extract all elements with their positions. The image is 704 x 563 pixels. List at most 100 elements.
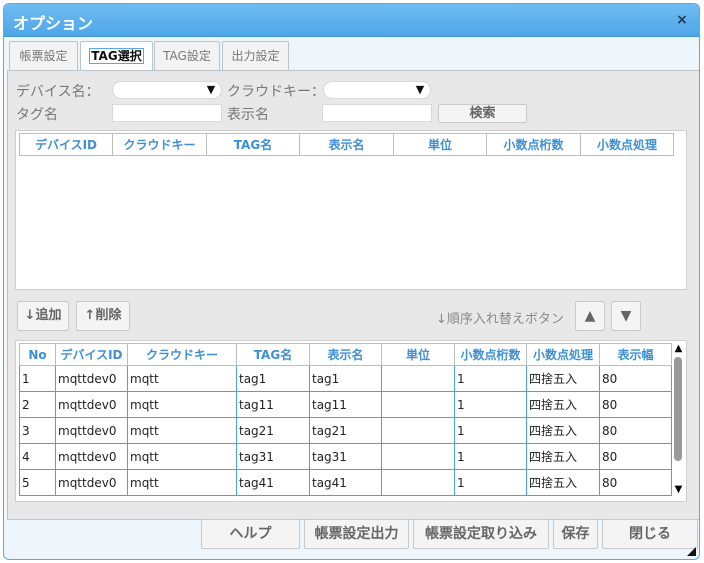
cell-no[interactable]: 5 [19, 469, 56, 496]
tab-tag-settings[interactable]: TAG設定 [154, 41, 220, 71]
export-settings-button[interactable]: 帳票設定出力 [304, 519, 409, 549]
close-button[interactable]: 閉じる [602, 519, 698, 549]
tag-name-input[interactable] [112, 104, 222, 122]
cell-decimal-processing[interactable]: 四捨五入 [526, 365, 600, 392]
col-unit[interactable]: 単位 [381, 343, 455, 366]
cell-decimal-processing[interactable]: 四捨五入 [526, 417, 600, 444]
vertical-scrollbar[interactable]: ▲ ▼ [672, 341, 686, 501]
tab-tag-select[interactable]: TAG選択 [80, 41, 153, 71]
cell-tag-name[interactable]: tag31 [236, 443, 310, 470]
table-row[interactable]: 5 mqttdev0 mqtt tag41 tag41 1 四捨五入 80 [19, 469, 672, 496]
col-unit[interactable]: 単位 [393, 133, 487, 156]
tab-report-settings[interactable]: 帳票設定 [9, 41, 78, 71]
cell-decimal-processing[interactable]: 四捨五入 [526, 469, 600, 496]
col-cloud-key[interactable]: クラウドキー [127, 343, 237, 366]
cell-tag-name[interactable]: tag21 [236, 417, 310, 444]
close-icon[interactable]: × [675, 13, 689, 27]
col-no[interactable]: No [19, 343, 56, 366]
cell-cloud-key[interactable]: mqtt [127, 417, 237, 444]
delete-button[interactable]: ↑削除 [76, 301, 130, 331]
col-display-width[interactable]: 表示幅 [599, 343, 672, 366]
cell-display-name[interactable]: tag11 [309, 391, 382, 418]
cell-unit[interactable] [381, 391, 455, 418]
cell-unit[interactable] [381, 417, 455, 444]
col-cloud-key[interactable]: クラウドキー [112, 133, 207, 156]
col-decimal-processing[interactable]: 小数点処理 [526, 343, 600, 366]
cell-decimal-digits[interactable]: 1 [454, 443, 527, 470]
move-up-button[interactable]: ▲ [575, 301, 605, 331]
device-name-select[interactable]: ▼ [112, 81, 222, 99]
triangle-down-icon: ▼ [620, 308, 632, 324]
cell-display-width[interactable]: 80 [599, 391, 672, 418]
cell-decimal-processing[interactable]: 四捨五入 [526, 391, 600, 418]
cell-no[interactable]: 4 [19, 443, 56, 470]
display-name-label: 表示名 [227, 107, 269, 123]
col-device-id[interactable]: デバイスID [19, 133, 113, 156]
title-bar[interactable]: オプション × [4, 4, 699, 37]
cell-display-width[interactable]: 80 [599, 443, 672, 470]
cell-no[interactable]: 2 [19, 391, 56, 418]
cell-device-id[interactable]: mqttdev0 [55, 365, 128, 392]
scroll-thumb[interactable] [674, 357, 682, 461]
table-row[interactable]: 1 mqttdev0 mqtt tag1 tag1 1 四捨五入 80 [19, 365, 672, 392]
col-decimal-digits[interactable]: 小数点桁数 [486, 133, 581, 156]
cell-decimal-digits[interactable]: 1 [454, 417, 527, 444]
col-device-id[interactable]: デバイスID [55, 343, 128, 366]
import-settings-button[interactable]: 帳票設定取り込み [413, 519, 549, 549]
selected-tag-grid[interactable]: No デバイスID クラウドキー TAG名 表示名 単位 小数点桁数 小数点処理… [15, 340, 687, 502]
cell-no[interactable]: 1 [19, 365, 56, 392]
col-display-name[interactable]: 表示名 [309, 343, 382, 366]
display-name-input[interactable] [322, 104, 432, 122]
cell-tag-name[interactable]: tag11 [236, 391, 310, 418]
cell-unit[interactable] [381, 469, 455, 496]
cell-display-name[interactable]: tag1 [309, 365, 382, 392]
cell-display-name[interactable]: tag31 [309, 443, 382, 470]
cell-cloud-key[interactable]: mqtt [127, 365, 237, 392]
tab-output-settings[interactable]: 出力設定 [222, 41, 289, 71]
cell-tag-name[interactable]: tag1 [236, 365, 310, 392]
col-display-name[interactable]: 表示名 [299, 133, 394, 156]
cell-tag-name[interactable]: tag41 [236, 469, 310, 496]
move-down-button[interactable]: ▼ [611, 301, 641, 331]
cell-decimal-processing[interactable]: 四捨五入 [526, 443, 600, 470]
col-tag-name[interactable]: TAG名 [236, 343, 310, 366]
search-button[interactable]: 検索 [438, 104, 527, 123]
help-button[interactable]: ヘルプ [201, 519, 300, 549]
table-row[interactable]: 4 mqttdev0 mqtt tag31 tag31 1 四捨五入 80 [19, 443, 672, 470]
cell-device-id[interactable]: mqttdev0 [55, 417, 128, 444]
cell-display-name[interactable]: tag21 [309, 417, 382, 444]
cell-cloud-key[interactable]: mqtt [127, 469, 237, 496]
cell-display-width[interactable]: 80 [599, 417, 672, 444]
cell-decimal-digits[interactable]: 1 [454, 365, 527, 392]
chevron-down-icon: ▼ [413, 83, 427, 97]
col-tag-name[interactable]: TAG名 [206, 133, 300, 156]
scroll-down-icon[interactable]: ▼ [673, 484, 684, 496]
save-button[interactable]: 保存 [553, 519, 598, 549]
tag-select-panel: デバイス名： ▼ クラウドキー： ▼ タグ名 表示名 検索 デバイスID クラウ… [7, 70, 699, 520]
cell-cloud-key[interactable]: mqtt [127, 391, 237, 418]
col-decimal-digits[interactable]: 小数点桁数 [454, 343, 527, 366]
cell-display-name[interactable]: tag41 [309, 469, 382, 496]
selected-tag-table: No デバイスID クラウドキー TAG名 表示名 単位 小数点桁数 小数点処理… [19, 343, 672, 496]
options-dialog: オプション × 帳票設定 TAG選択 TAG設定 出力設定 デバイス名： ▼ ク… [3, 3, 700, 560]
cloud-key-select[interactable]: ▼ [323, 81, 431, 99]
scroll-up-icon[interactable]: ▲ [673, 343, 684, 355]
search-result-grid[interactable]: デバイスID クラウドキー TAG名 表示名 単位 小数点桁数 小数点処理 [15, 130, 687, 290]
cell-no[interactable]: 3 [19, 417, 56, 444]
cell-device-id[interactable]: mqttdev0 [55, 391, 128, 418]
cell-device-id[interactable]: mqttdev0 [55, 443, 128, 470]
resize-grip-icon[interactable] [687, 547, 696, 556]
cell-decimal-digits[interactable]: 1 [454, 469, 527, 496]
table-row[interactable]: 2 mqttdev0 mqtt tag11 tag11 1 四捨五入 80 [19, 391, 672, 418]
cell-cloud-key[interactable]: mqtt [127, 443, 237, 470]
cell-unit[interactable] [381, 443, 455, 470]
cell-display-width[interactable]: 80 [599, 469, 672, 496]
cell-unit[interactable] [381, 365, 455, 392]
add-button[interactable]: ↓追加 [17, 301, 69, 331]
col-decimal-processing[interactable]: 小数点処理 [580, 133, 674, 156]
cell-decimal-digits[interactable]: 1 [454, 391, 527, 418]
table-row[interactable]: 3 mqttdev0 mqtt tag21 tag21 1 四捨五入 80 [19, 417, 672, 444]
tag-name-label: タグ名 [16, 107, 58, 123]
cell-display-width[interactable]: 80 [599, 365, 672, 392]
cell-device-id[interactable]: mqttdev0 [55, 469, 128, 496]
